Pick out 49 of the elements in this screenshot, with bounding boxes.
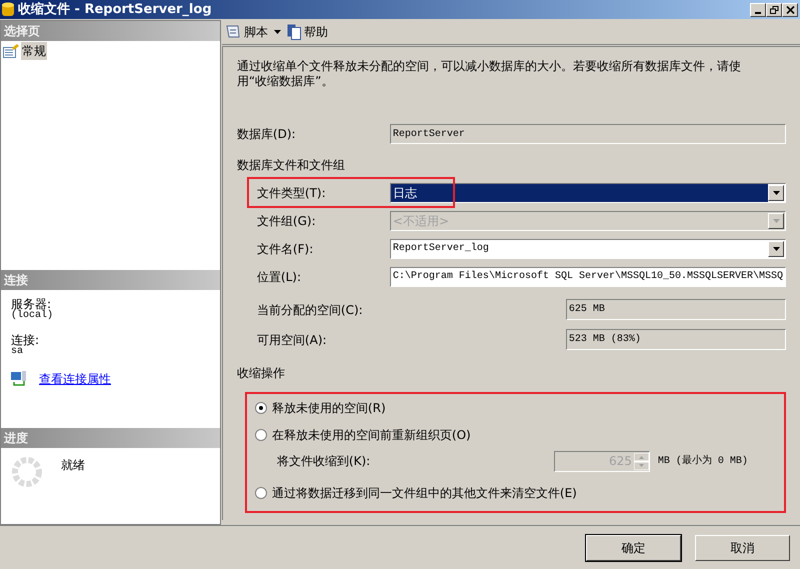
- toolbar-button[interactable]: 帮助: [304, 23, 328, 41]
- radio-button[interactable]: [254, 487, 267, 499]
- close-icon[interactable]: [782, 2, 798, 16]
- radio-button[interactable]: [254, 402, 267, 414]
- section-header: 进度: [1, 428, 220, 448]
- connection-label: 连接:: [11, 334, 40, 346]
- field-label: 位置(L):: [256, 268, 302, 286]
- window-title: 收缩文件 - ReportServer_log: [18, 0, 213, 19]
- minimize-icon[interactable]: [750, 2, 766, 16]
- description-text: 通过收缩单个文件释放未分配的空间，可以减小数据库的大小。若要收缩所有数据库文件，请使用“收缩数据库”。: [236, 59, 742, 89]
- field-label: 可用空间(A):: [256, 332, 328, 348]
- dropdown-field[interactable]: ReportServer_log: [390, 238, 786, 258]
- field-label: 将文件收缩到(K):: [276, 453, 372, 470]
- radio-button[interactable]: [254, 429, 267, 441]
- connection-properties-link[interactable]: 查看连接属性: [39, 370, 111, 388]
- field-label: 当前分配的空间(C):: [256, 302, 364, 318]
- field-value: ReportServer_log: [392, 242, 490, 256]
- text-field[interactable]: 523 MB (83%): [566, 329, 786, 350]
- connection-value: (local): [11, 310, 54, 322]
- dialog-button[interactable]: 取消: [695, 534, 790, 560]
- scroll-icon: [224, 24, 241, 40]
- field-label: 文件类型(T):: [256, 184, 327, 202]
- connection-value: sa: [11, 346, 24, 358]
- text-field[interactable]: ReportServer: [390, 124, 786, 144]
- text-field[interactable]: C:\Program Files\Microsoft SQL Server\MSSQL10_50.MSSQLSERVER\MSSQ: [390, 266, 786, 286]
- field-label: 文件组(G):: [256, 212, 317, 230]
- section-header: 连接: [1, 270, 220, 290]
- field-label: 数据库(D):: [236, 126, 297, 143]
- caret-icon: [274, 30, 281, 34]
- section-title: 数据库文件和文件组: [236, 157, 346, 174]
- section-header: 选择页: [1, 21, 220, 41]
- help-document-icon: [286, 24, 301, 40]
- progress-status: 就绪: [61, 457, 85, 474]
- text-field[interactable]: 625 MB: [566, 299, 786, 320]
- database-icon: [2, 2, 14, 17]
- section-title: 收缩操作: [236, 365, 286, 382]
- page-item[interactable]: 常规: [21, 42, 47, 60]
- properties-icon: [3, 44, 19, 58]
- dialog-button[interactable]: 确定: [586, 534, 681, 560]
- connection-label: 服务器:: [11, 298, 52, 310]
- toolbar-button[interactable]: 脚本: [244, 23, 281, 41]
- field-label: 文件名(F):: [256, 240, 314, 258]
- restore-icon[interactable]: [766, 2, 782, 16]
- server-icon: [11, 371, 27, 387]
- radio-label: 释放未使用的空间(R): [272, 400, 386, 417]
- radio-label: 通过将数据迁移到同一文件组中的其他文件来清空文件(E): [272, 485, 577, 502]
- unit-label: MB (最小为 0 MB): [658, 454, 748, 468]
- progress-spinner-icon: [11, 456, 43, 488]
- radio-label: 在释放未使用的空间前重新组织页(O): [272, 427, 471, 444]
